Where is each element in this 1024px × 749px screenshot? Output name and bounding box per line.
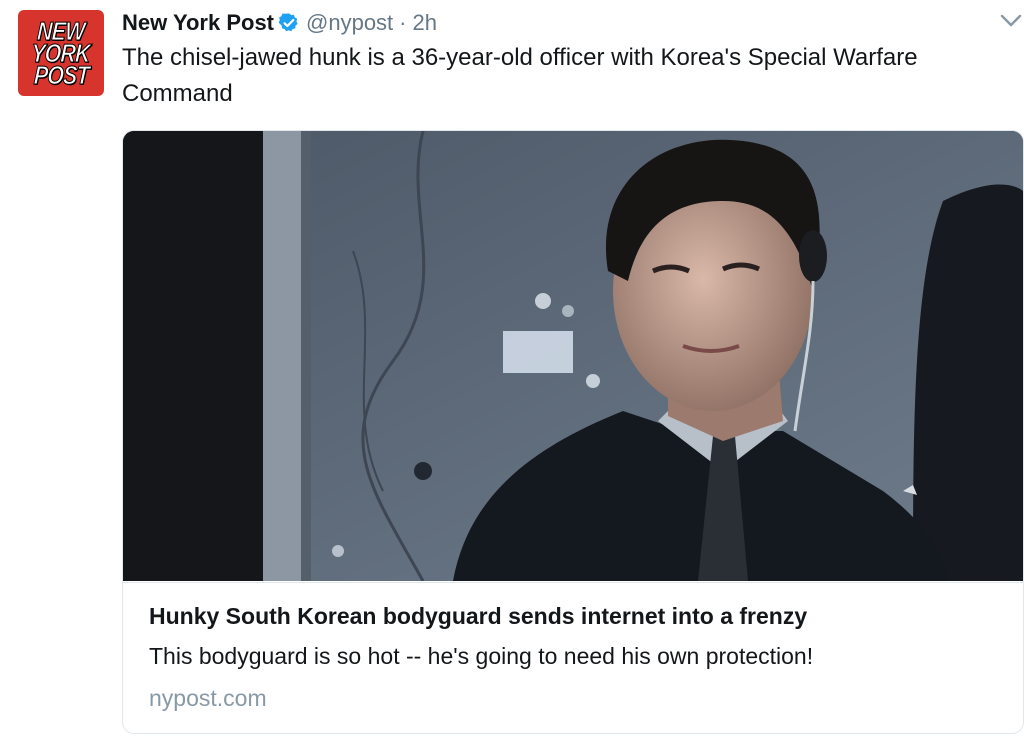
logo-line: POST: [32, 60, 90, 91]
chevron-down-icon[interactable]: [998, 10, 1024, 32]
separator-dot: ·: [399, 10, 407, 35]
tweet-text: The chisel-jawed hunk is a 36-year-old o…: [122, 44, 918, 107]
tweet-header: New York Post @nypost · 2h: [122, 8, 437, 38]
card-body: Hunky South Korean bodyguard sends inter…: [123, 582, 1023, 733]
avatar[interactable]: NEW YORK POST: [18, 10, 104, 96]
card-image[interactable]: [123, 131, 1023, 581]
link-card[interactable]: Hunky South Korean bodyguard sends inter…: [122, 130, 1024, 734]
author-handle[interactable]: @nypost: [306, 10, 393, 36]
bodyguard-photo: [123, 131, 1023, 581]
timestamp[interactable]: 2h: [413, 10, 437, 36]
tweet: NEW YORK POST New York Post @nypost · 2h…: [0, 0, 1024, 749]
card-description: This bodyguard is so hot -- he's going t…: [149, 643, 814, 669]
card-domain[interactable]: nypost.com: [149, 685, 267, 712]
author-name[interactable]: New York Post: [122, 10, 274, 36]
nypost-logo: NEW YORK POST: [18, 10, 104, 96]
verified-badge-icon: [278, 13, 298, 32]
card-title[interactable]: Hunky South Korean bodyguard sends inter…: [149, 603, 807, 630]
